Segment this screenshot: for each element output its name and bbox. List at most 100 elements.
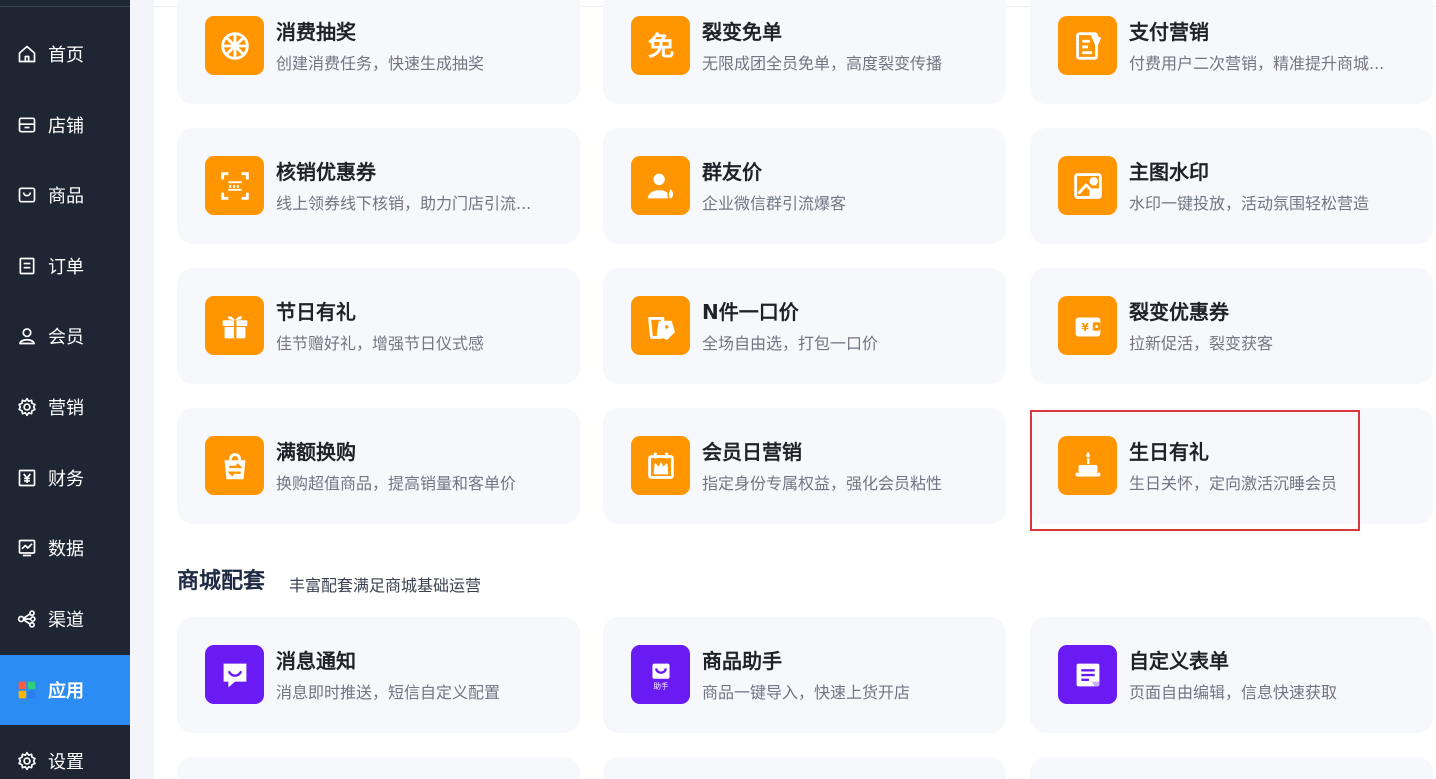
group-price-icon [631, 156, 690, 215]
app-desc: 企业微信群引流爆客 [702, 194, 847, 213]
app-desc: 页面自由编辑，信息快速获取 [1129, 683, 1338, 702]
app-card-partial[interactable] [603, 757, 1006, 779]
app-title: 主图水印 [1129, 160, 1209, 184]
sidebar-item-products[interactable]: 商品 [0, 160, 130, 230]
app-title: 群友价 [702, 160, 762, 184]
sidebar-item-members[interactable]: 会员 [0, 301, 130, 371]
app-title: 核销优惠券 [276, 160, 376, 184]
app-card-holiday-gift[interactable]: 节日有礼 佳节赠好礼，增强节日仪式感 [177, 268, 580, 384]
app-desc: 线上领券线下核销，助力门店引流... [276, 194, 532, 213]
app-card-birthday-gift[interactable]: 生日有礼 生日关怀，定向激活沉睡会员 [1030, 408, 1433, 524]
scan-coupon-icon [205, 156, 264, 215]
sidebar-item-label: 设置 [48, 752, 84, 773]
yuan-icon [16, 467, 38, 489]
sidebar-divider [0, 6, 130, 7]
section-title: 商城配套 [177, 569, 266, 594]
app-title: 消息通知 [276, 649, 356, 673]
svg-text:¥: ¥ [1081, 321, 1089, 333]
app-card-fission-coupon[interactable]: ¥ 裂变优惠券 拉新促活，裂变获客 [1030, 268, 1433, 384]
app-title: 裂变优惠券 [1129, 300, 1229, 324]
sidebar-item-settings[interactable]: 设置 [0, 726, 130, 779]
app-desc: 付费用户二次营销，精准提升商城... [1129, 54, 1385, 73]
sidebar-item-label: 渠道 [48, 610, 84, 631]
app-card-fission-free[interactable]: 免 裂变免单 无限成团全员免单，高度裂变传播 [603, 0, 1006, 104]
sidebar-item-store[interactable]: 店铺 [0, 90, 130, 160]
app-title: 自定义表单 [1129, 649, 1229, 673]
sidebar: 首页 店铺 商品 订单 会员 营销 财务 数据 渠道 应用 设置 [0, 0, 130, 779]
app-card-payment-marketing[interactable]: 支付营销 付费用户二次营销，精准提升商城... [1030, 0, 1433, 104]
bag-icon [16, 184, 38, 206]
chart-icon [16, 537, 38, 559]
app-title: 消费抽奖 [276, 20, 356, 44]
app-card-partial[interactable] [177, 757, 580, 779]
sidebar-item-label: 商品 [48, 186, 84, 207]
app-card-custom-form[interactable]: 自定义表单 页面自由编辑，信息快速获取 [1030, 617, 1433, 733]
price-tag-icon [631, 296, 690, 355]
app-card-n-items-price[interactable]: N件一口价 全场自由选，打包一口价 [603, 268, 1006, 384]
app-title: N件一口价 [702, 300, 799, 324]
app-desc: 无限成团全员免单，高度裂变传播 [702, 54, 943, 73]
sidebar-item-orders[interactable]: 订单 [0, 231, 130, 301]
app-desc: 水印一键投放，活动氛围轻松营造 [1129, 194, 1370, 213]
gift-icon [205, 296, 264, 355]
calendar-crown-icon [631, 436, 690, 495]
sidebar-item-label: 应用 [48, 681, 84, 702]
watermark-icon [1058, 156, 1117, 215]
app-card-full-exchange[interactable]: 满额换购 换购超值商品，提高销量和客单价 [177, 408, 580, 524]
app-card-message-notify[interactable]: 消息通知 消息即时推送，短信自定义配置 [177, 617, 580, 733]
sidebar-item-label: 数据 [48, 539, 84, 560]
settings-icon [16, 750, 38, 772]
app-title: 商品助手 [702, 649, 782, 673]
app-card-consume-lottery[interactable]: 消费抽奖 创建消费任务，快速生成抽奖 [177, 0, 580, 104]
sidebar-item-label: 订单 [48, 257, 84, 278]
app-desc: 指定身份专属权益，强化会员粘性 [702, 474, 943, 493]
sidebar-item-apps[interactable]: 应用 [0, 655, 130, 725]
app-desc: 换购超值商品，提高销量和客单价 [276, 474, 517, 493]
app-title: 满额换购 [276, 440, 356, 464]
sidebar-item-label: 首页 [48, 45, 84, 66]
app-title: 裂变免单 [702, 20, 782, 44]
section-subtitle: 丰富配套满足商城基础运营 [289, 576, 482, 595]
message-icon [205, 645, 264, 704]
wallet-coupon-icon: ¥ [1058, 296, 1117, 355]
content-gutter [130, 0, 154, 779]
app-desc: 拉新促活，裂变获客 [1129, 334, 1274, 353]
product-helper-icon: 助手 [631, 645, 690, 704]
sidebar-item-label: 会员 [48, 327, 84, 348]
app-title: 支付营销 [1129, 20, 1209, 44]
free-icon: 免 [631, 16, 690, 75]
app-title: 节日有礼 [276, 300, 356, 324]
app-card-main-image-watermark[interactable]: 主图水印 水印一键投放，活动氛围轻松营造 [1030, 128, 1433, 244]
helper-badge: 助手 [653, 680, 669, 690]
sidebar-item-data[interactable]: 数据 [0, 513, 130, 583]
payment-icon [1058, 16, 1117, 75]
app-card-member-day[interactable]: 会员日营销 指定身份专属权益，强化会员粘性 [603, 408, 1006, 524]
sidebar-item-finance[interactable]: 财务 [0, 443, 130, 513]
sidebar-item-label: 财务 [48, 469, 84, 490]
app-card-verify-coupon[interactable]: 核销优惠券 线上领券线下核销，助力门店引流... [177, 128, 580, 244]
app-title: 会员日营销 [702, 440, 802, 464]
app-card-product-helper[interactable]: 助手 商品助手 商品一键导入，快速上货开店 [603, 617, 1006, 733]
home-icon [16, 43, 38, 65]
order-icon [16, 255, 38, 277]
gear-icon [16, 396, 38, 418]
app-card-partial[interactable] [1030, 757, 1433, 779]
sidebar-item-label: 店铺 [48, 116, 84, 137]
app-desc: 全场自由选，打包一口价 [702, 334, 879, 353]
app-desc: 佳节赠好礼，增强节日仪式感 [276, 334, 485, 353]
sidebar-item-home[interactable]: 首页 [0, 19, 130, 89]
sidebar-item-channels[interactable]: 渠道 [0, 584, 130, 654]
sidebar-item-marketing[interactable]: 营销 [0, 372, 130, 442]
wheel-icon [205, 16, 264, 75]
cake-icon [1058, 436, 1117, 495]
app-card-group-price[interactable]: 群友价 企业微信群引流爆客 [603, 128, 1006, 244]
store-icon [16, 114, 38, 136]
exchange-bag-icon [205, 436, 264, 495]
form-icon [1058, 645, 1117, 704]
app-desc: 创建消费任务，快速生成抽奖 [276, 54, 485, 73]
svg-text:免: 免 [647, 31, 674, 62]
user-icon [16, 325, 38, 347]
app-desc: 商品一键导入，快速上货开店 [702, 683, 911, 702]
share-icon [16, 608, 38, 630]
app-desc: 消息即时推送，短信自定义配置 [276, 683, 501, 702]
